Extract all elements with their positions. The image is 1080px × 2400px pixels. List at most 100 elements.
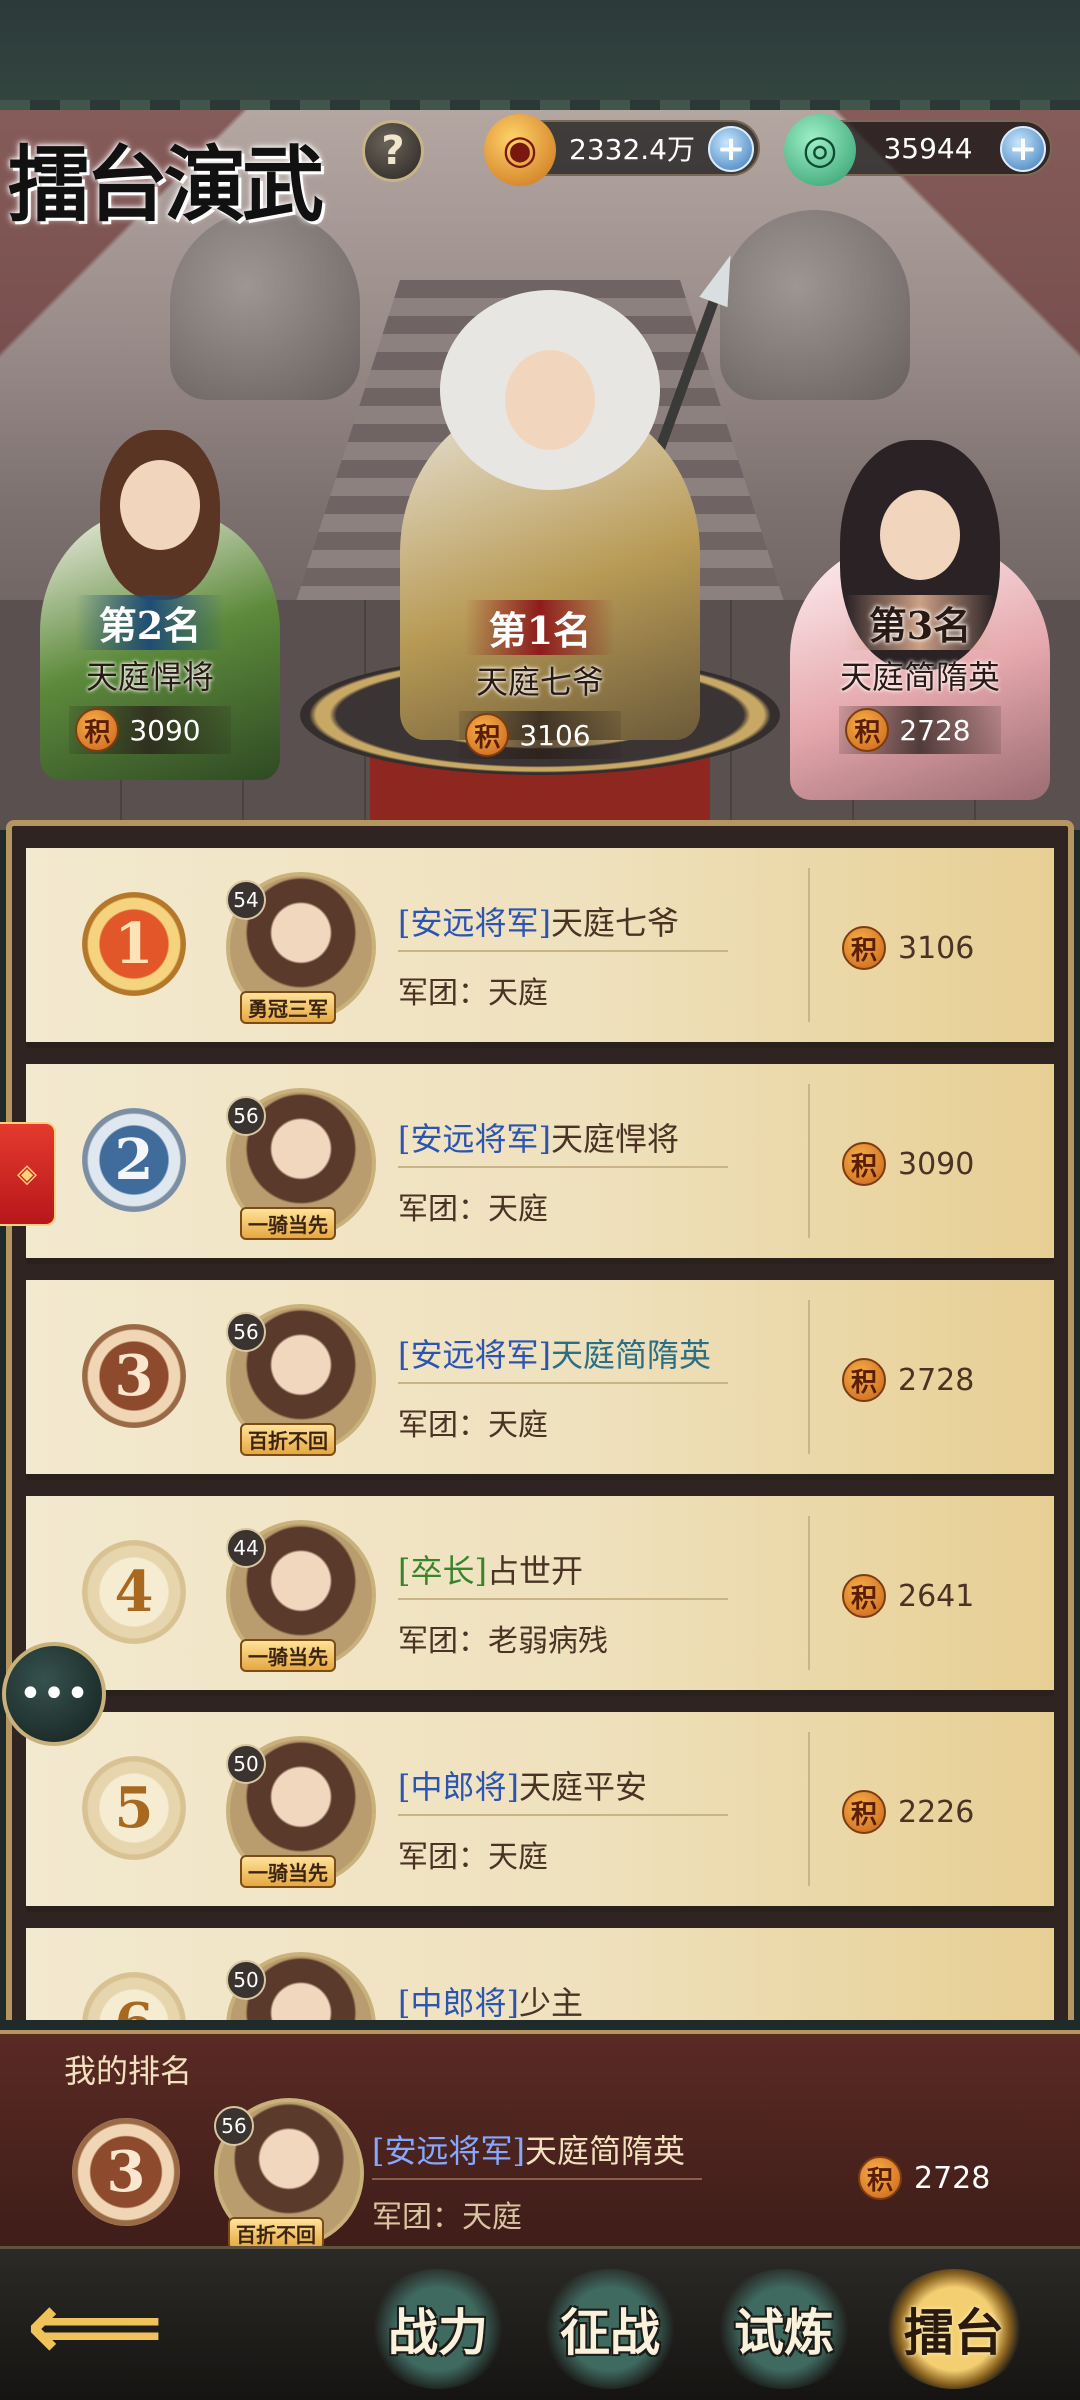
back-button[interactable]: ⟸ xyxy=(20,2270,170,2382)
player-score: 积 3090 xyxy=(842,1142,974,1186)
player-badge: 一骑当先 xyxy=(240,1639,336,1672)
score-icon: 积 xyxy=(842,1790,886,1834)
podium-score: 积 2728 xyxy=(839,706,1001,754)
player-title-line: [卒长]占世开 xyxy=(398,1546,583,1592)
player-badge: 勇冠三军 xyxy=(240,991,336,1024)
player-level: 56 xyxy=(226,1312,266,1352)
nav-arena[interactable]: 擂台 xyxy=(884,2269,1024,2389)
ranking-list[interactable]: 1 54 勇冠三军 [安远将军]天庭七爷 军团：天庭 积 3106 2 56 一… xyxy=(6,820,1074,2020)
divider xyxy=(808,1516,810,1670)
chat-button[interactable]: ••• xyxy=(2,1642,106,1746)
chat-bubble-icon: ••• xyxy=(18,1671,90,1717)
score-icon: 积 xyxy=(842,1358,886,1402)
player-avatar[interactable]: 56 百折不回 xyxy=(214,2098,364,2250)
rank-medal: 5 xyxy=(82,1756,186,1860)
player-avatar[interactable]: 50 一骑当先 xyxy=(226,1736,376,1888)
divider xyxy=(808,1084,810,1238)
player-score: 积 2641 xyxy=(842,1574,974,1618)
ranking-row-2[interactable]: 2 56 一骑当先 [安远将军]天庭悍将 军团：天庭 积 3090 xyxy=(26,1064,1054,1264)
player-name: 天庭七爷 xyxy=(550,904,679,942)
score-icon: 积 xyxy=(75,708,120,752)
ranking-row-1[interactable]: 1 54 勇冠三军 [安远将军]天庭七爷 军团：天庭 积 3106 xyxy=(26,848,1054,1048)
player-avatar[interactable]: 56 百折不回 xyxy=(226,1304,376,1456)
player-guild: 军团：天庭 xyxy=(398,976,548,1011)
divider xyxy=(808,1732,810,1886)
player-rank-title: [中郎将] xyxy=(398,1984,519,2020)
podium-second: 第2名 天庭悍将 积 3090 xyxy=(10,595,290,754)
podium-place: 第3名 xyxy=(844,595,996,650)
rank-medal: 6 xyxy=(82,1972,186,2020)
ranking-row-4[interactable]: 4 44 一骑当先 [卒长]占世开 军团：老弱病残 积 2641 xyxy=(26,1496,1054,1696)
podium-score: 积 3090 xyxy=(69,706,231,754)
score-icon: 积 xyxy=(842,926,886,970)
player-level: 54 xyxy=(226,880,266,920)
divider xyxy=(398,950,728,952)
player-guild: 军团：天庭 xyxy=(398,1192,548,1227)
ranking-row-3[interactable]: 3 56 百折不回 [安远将军]天庭简隋英 军团：天庭 积 2728 xyxy=(26,1280,1054,1480)
player-name: 占世开 xyxy=(486,1552,583,1590)
red-packet-icon: ◈ xyxy=(17,1159,37,1189)
player-guild: 军团：老弱病残 xyxy=(398,1624,608,1659)
rank-medal: 2 xyxy=(82,1108,186,1212)
player-badge: 百折不回 xyxy=(240,1423,336,1456)
player-level: 56 xyxy=(214,2106,254,2146)
nav-trial[interactable]: 试炼 xyxy=(714,2269,854,2389)
divider xyxy=(808,868,810,1022)
score-value: 2728 xyxy=(914,2160,991,2196)
plus-icon: + xyxy=(716,129,746,169)
player-avatar[interactable]: 50 xyxy=(226,1952,376,2020)
score-value: 2728 xyxy=(898,1362,975,1398)
player-title-line: [安远将军]天庭七爷 xyxy=(398,898,679,944)
podium-score: 积 3106 xyxy=(459,711,621,759)
coin-counter: ◉ 2332.4万 + xyxy=(484,114,760,186)
plus-icon: + xyxy=(1008,129,1038,169)
divider xyxy=(808,1300,810,1454)
player-score: 积 2226 xyxy=(842,1790,974,1834)
player-name: 少主 xyxy=(518,1984,583,2020)
player-avatar[interactable]: 54 勇冠三军 xyxy=(226,872,376,1024)
player-rank-title: [中郎将] xyxy=(398,1768,519,1806)
ranking-row-5[interactable]: 5 50 一骑当先 [中郎将]天庭平安 军团：天庭 积 2226 xyxy=(26,1712,1054,1912)
podium-name: 天庭简隋英 xyxy=(839,658,1000,696)
score-value: 2226 xyxy=(898,1794,975,1830)
player-guild: 军团：天庭 xyxy=(398,1408,548,1443)
player-rank-title: [安远将军] xyxy=(398,904,551,942)
jade-dragon-icon: ◎ xyxy=(784,114,856,186)
nav-campaign[interactable]: 征战 xyxy=(540,2269,680,2389)
player-name: 天庭悍将 xyxy=(550,1120,679,1158)
player-title-line: [中郎将]天庭平安 xyxy=(398,1762,647,1808)
player-avatar[interactable]: 44 一骑当先 xyxy=(226,1520,376,1672)
nav-power[interactable]: 战力 xyxy=(368,2269,508,2389)
score-value: 3090 xyxy=(898,1146,975,1182)
red-packet-button[interactable]: ◈ xyxy=(0,1122,56,1226)
player-avatar[interactable]: 56 一骑当先 xyxy=(226,1088,376,1240)
player-title-line: [安远将军]天庭简隋英 xyxy=(398,1330,711,1376)
coin-value: 2332.4万 xyxy=(569,133,695,166)
player-badge: 一骑当先 xyxy=(240,1855,336,1888)
player-rank-title: [安远将军] xyxy=(398,1336,551,1374)
divider xyxy=(398,1598,728,1600)
my-rank-panel: 我的排名 3 56 百折不回 [安远将军]天庭简隋英 军团：天庭 积 2728 xyxy=(0,2030,1080,2250)
player-score: 积 2728 xyxy=(858,2156,990,2200)
back-arrow-icon: ⟸ xyxy=(26,2270,164,2382)
rank-medal: 1 xyxy=(82,892,186,996)
ranking-row-6[interactable]: 6 50 [中郎将]少主 xyxy=(26,1928,1054,2020)
score-icon: 积 xyxy=(858,2156,902,2200)
question-icon: ? xyxy=(381,128,405,174)
player-name: 天庭简隋英 xyxy=(524,2132,685,2170)
status-strip xyxy=(0,0,1080,110)
my-rank-label: 我的排名 xyxy=(64,2052,193,2090)
dragon-statue-right xyxy=(720,210,910,400)
player-guild: 军团：天庭 xyxy=(398,1840,548,1875)
player-score: 积 3106 xyxy=(842,926,974,970)
rank-medal: 3 xyxy=(72,2118,180,2226)
player-rank-title: [安远将军] xyxy=(372,2132,525,2170)
add-coin-button[interactable]: + xyxy=(708,126,754,172)
divider xyxy=(398,1382,728,1384)
player-badge: 一骑当先 xyxy=(240,1207,336,1240)
score-icon: 积 xyxy=(465,713,510,757)
add-jade-button[interactable]: + xyxy=(1000,126,1046,172)
help-button[interactable]: ? xyxy=(362,120,424,182)
dragon-statue-left xyxy=(170,210,360,400)
gold-coin-icon: ◉ xyxy=(484,114,556,186)
